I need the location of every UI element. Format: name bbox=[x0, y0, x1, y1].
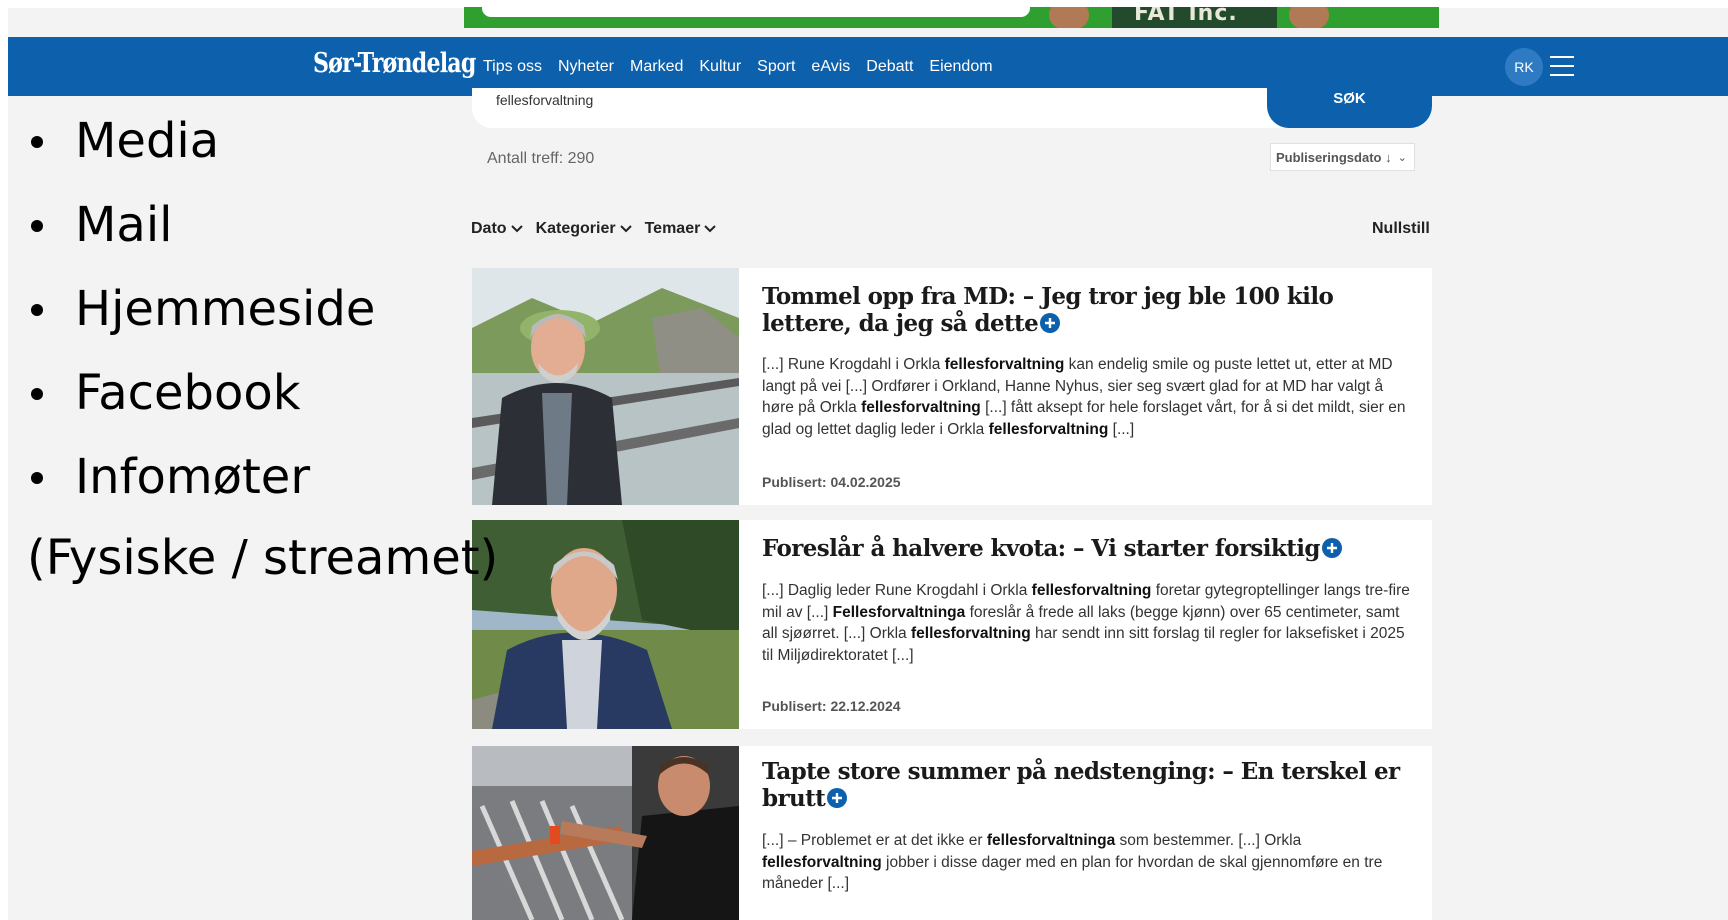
chevron-down-icon bbox=[704, 225, 717, 233]
bullet-item: Facebook bbox=[27, 360, 375, 444]
chevron-down-icon bbox=[510, 225, 523, 233]
slide-note: (Fysiske / streamet) bbox=[27, 530, 499, 586]
article-headline[interactable]: Foreslår å halvere kvota: – Vi starter f… bbox=[762, 535, 1402, 562]
article-title: Foreslår å halvere kvota: – Vi starter f… bbox=[762, 535, 1320, 562]
search-term-highlight: Fellesforvaltninga bbox=[832, 603, 966, 621]
sort-select[interactable]: Publiseringsdato ↓ ⌄ bbox=[1270, 143, 1415, 171]
chevron-down-icon bbox=[619, 225, 632, 233]
chevron-down-icon: ⌄ bbox=[1397, 151, 1407, 164]
menu-icon-line bbox=[1550, 74, 1574, 76]
plus-subscription-icon bbox=[1040, 313, 1061, 333]
nav-eavis[interactable]: eAvis bbox=[811, 58, 850, 76]
nav-sport[interactable]: Sport bbox=[757, 58, 795, 76]
search-term-highlight: fellesforvaltning bbox=[762, 853, 882, 871]
article-headline[interactable]: Tapte store summer på nedstenging: – En … bbox=[762, 758, 1402, 812]
filter-kategorier[interactable]: Kategorier bbox=[536, 220, 632, 238]
ad-figure-arm bbox=[1289, 7, 1329, 28]
search-term-highlight: fellesforvaltning bbox=[861, 399, 981, 416]
filter-label: Kategorier bbox=[535, 220, 616, 237]
slide-bullet-list: Media Mail Hjemmeside Facebook Infomøter bbox=[27, 108, 375, 528]
menu-icon-line bbox=[1550, 65, 1574, 67]
ad-search-pill bbox=[482, 7, 1030, 17]
nav-marked[interactable]: Marked bbox=[630, 58, 683, 76]
article-card[interactable]: Foreslår å halvere kvota: – Vi starter f… bbox=[472, 520, 1432, 729]
nav-eiendom[interactable]: Eiendom bbox=[929, 58, 992, 76]
filter-temaer[interactable]: Temaer bbox=[645, 220, 717, 238]
filter-dato[interactable]: Dato bbox=[471, 220, 523, 238]
article-date: Publisert: 04.02.2025 bbox=[762, 474, 901, 490]
main-navigation: Tips oss Nyheter Marked Kultur Sport eAv… bbox=[483, 58, 1009, 76]
bullet-item: Infomøter bbox=[27, 444, 375, 528]
site-logo[interactable]: Sør-Trøndelag bbox=[313, 48, 476, 79]
article-excerpt: [...] Rune Krogdahl i Orkla fellesforval… bbox=[762, 356, 1406, 438]
filter-label: Dato bbox=[471, 220, 507, 237]
hamburger-menu-icon[interactable] bbox=[1550, 56, 1574, 76]
search-term-highlight: fellesforvaltning bbox=[1031, 582, 1152, 599]
search-term-highlight: fellesforvaltning bbox=[944, 356, 1065, 373]
search-term-highlight: fellesforvaltning bbox=[910, 625, 1031, 642]
article-photo-river bbox=[472, 520, 739, 729]
search-input[interactable] bbox=[494, 88, 1198, 112]
search-term-highlight: fellesforvaltninga bbox=[986, 832, 1116, 849]
article-headline[interactable]: Tommel opp fra MD: – Jeg tror jeg ble 10… bbox=[762, 283, 1402, 337]
nav-kultur[interactable]: Kultur bbox=[699, 58, 741, 76]
article-card[interactable]: Tapte store summer på nedstenging: – En … bbox=[472, 746, 1432, 920]
search-button[interactable]: SØK bbox=[1267, 88, 1432, 128]
advertisement-banner[interactable]: FAT Inc. bbox=[464, 7, 1439, 28]
filter-label: Temaer bbox=[644, 220, 701, 237]
nav-debatt[interactable]: Debatt bbox=[866, 58, 913, 76]
plus-subscription-icon bbox=[827, 788, 848, 808]
menu-icon-line bbox=[1550, 56, 1574, 58]
article-excerpt: [...] – Problemet er at det ikke er fell… bbox=[762, 832, 1383, 892]
search-term-highlight: fellesforvaltning bbox=[988, 420, 1109, 438]
bullet-item: Media bbox=[27, 108, 375, 192]
bullet-item: Hjemmeside bbox=[27, 276, 375, 360]
article-photo-workshop bbox=[472, 746, 739, 920]
article-card[interactable]: Tommel opp fra MD: – Jeg tror jeg ble 10… bbox=[472, 268, 1432, 505]
nav-tips-oss[interactable]: Tips oss bbox=[483, 58, 542, 76]
article-title: Tapte store summer på nedstenging: – En … bbox=[762, 758, 1400, 812]
article-excerpt: [...] Daglig leder Rune Krogdahl i Orkla… bbox=[762, 582, 1410, 664]
article-image[interactable] bbox=[472, 520, 739, 729]
article-photo-lake bbox=[472, 268, 739, 505]
article-date: Publisert: 22.12.2024 bbox=[762, 698, 901, 714]
nav-nyheter[interactable]: Nyheter bbox=[558, 58, 614, 76]
plus-subscription-icon bbox=[1321, 538, 1342, 558]
hit-count: Antall treff: 290 bbox=[487, 150, 595, 167]
article-image[interactable] bbox=[472, 268, 739, 505]
user-avatar[interactable]: RK bbox=[1505, 48, 1543, 86]
article-image[interactable] bbox=[472, 746, 739, 920]
sort-select-value: Publiseringsdato ↓ bbox=[1276, 149, 1392, 165]
ad-figure-arm bbox=[1049, 7, 1089, 28]
bullet-item: Mail bbox=[27, 192, 375, 276]
reset-filters-button[interactable]: Nullstill bbox=[1372, 220, 1430, 238]
filter-bar: Dato Kategorier Temaer bbox=[471, 220, 717, 238]
ad-shirt-text: FAT Inc. bbox=[1134, 7, 1238, 26]
